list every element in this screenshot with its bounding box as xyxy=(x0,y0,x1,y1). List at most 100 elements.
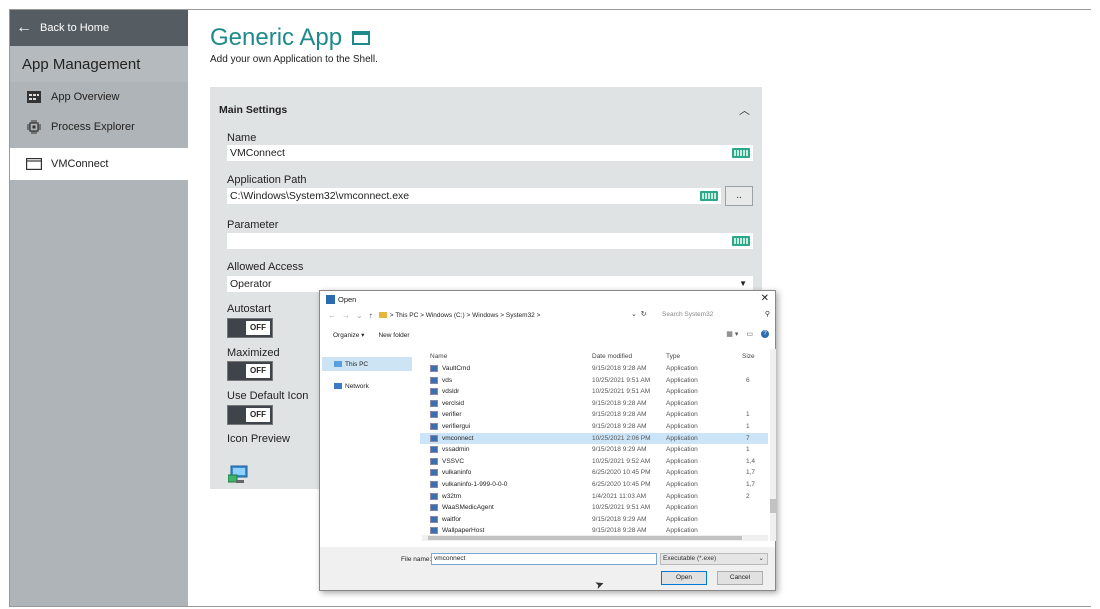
main-settings-header[interactable]: Main Settings ︿ xyxy=(210,87,762,133)
window-icon xyxy=(26,157,42,171)
file-row[interactable]: verifier 9/15/2018 9:28 AM Application 1 xyxy=(420,409,768,421)
search-placeholder: Search System32 xyxy=(662,311,714,318)
main-content: Generic App Add your own Application to … xyxy=(210,24,1070,489)
file-name: verclsid xyxy=(442,399,465,407)
parameter-label: Parameter xyxy=(227,219,279,231)
file-row[interactable]: WaaSMedicAgent 10/25/2021 9:51 AM Applicat… xyxy=(420,502,768,514)
organize-button[interactable]: Organize ▾ xyxy=(333,331,364,339)
file-row[interactable]: w32tm 1/4/2021 11:03 AM Application 2 xyxy=(420,491,768,503)
column-name[interactable]: Name xyxy=(430,353,447,360)
file-type: Application xyxy=(666,365,698,372)
file-row[interactable]: vssadmin 9/15/2018 9:29 AM Application 1 xyxy=(420,444,768,456)
application-icon xyxy=(430,411,438,419)
application-icon xyxy=(430,422,438,430)
file-row[interactable]: vulkaninfo-1-999-0-0-0 6/25/2020 10:45 PM… xyxy=(420,479,768,491)
chevron-up-icon[interactable]: ︿ xyxy=(739,102,750,118)
scroll-thumb[interactable] xyxy=(770,499,776,513)
browse-button[interactable]: .. xyxy=(725,186,753,206)
open-file-dialog: Open ✕ ← → ⌄ ↑ > This PC > Windows (C:) … xyxy=(319,290,776,591)
file-name: vulkaninfo-1-999-0-0-0 xyxy=(442,480,508,488)
file-type: Application xyxy=(666,492,698,500)
file-date-modified: 6/25/2020 10:45 PM xyxy=(592,480,651,488)
name-field[interactable]: VMConnect xyxy=(227,145,753,161)
file-type: Application xyxy=(666,434,698,442)
file-date-modified: 9/15/2018 9:28 AM xyxy=(592,365,647,372)
file-row[interactable]: verclsid 9/15/2018 9:28 AM Application xyxy=(420,398,768,410)
sidebar-item-process-explorer[interactable]: Process Explorer xyxy=(10,112,188,142)
address-path[interactable]: > This PC > Windows (C:) > Windows > Sys… xyxy=(390,312,541,319)
preview-pane-icon[interactable]: ▭ xyxy=(746,330,753,338)
file-name: verifiergui xyxy=(442,422,471,430)
search-icon: ⚲ xyxy=(764,311,770,318)
file-type: Application xyxy=(666,457,698,465)
file-name: WaaSMedicAgent xyxy=(442,504,494,512)
file-row[interactable]: vdsldr 10/25/2021 9:51 AM Application xyxy=(420,386,768,398)
column-type[interactable]: Type xyxy=(666,353,680,360)
nav-this-pc[interactable]: This PC xyxy=(322,357,412,371)
close-icon[interactable]: ✕ xyxy=(761,293,769,304)
application-icon xyxy=(430,365,438,372)
address-controls[interactable]: ⌄ ↻ xyxy=(631,310,647,318)
app-icon xyxy=(326,294,335,304)
open-button[interactable]: Open xyxy=(661,571,707,585)
cancel-button[interactable]: Cancel xyxy=(717,571,763,585)
file-list: Name Date modified Type Size VaultCmd 9/1… xyxy=(420,349,768,537)
column-date-modified[interactable]: Date modified xyxy=(592,353,632,360)
computer-icon xyxy=(334,361,342,367)
sidebar-item-app-overview[interactable]: App Overview xyxy=(10,82,188,112)
file-type: Application xyxy=(666,527,698,535)
toggle-state: OFF xyxy=(246,364,270,378)
file-row[interactable]: VaultCmd 9/15/2018 9:28 AM Application xyxy=(420,363,768,375)
sidebar: ← Back to Home App Management App Overvi… xyxy=(10,10,188,606)
horizontal-scrollbar[interactable] xyxy=(422,535,768,541)
nav-item-label: This PC xyxy=(345,360,369,368)
chevron-down-icon[interactable]: ⌄ xyxy=(356,311,363,320)
view-controls: ▦ ▾ ▭ ? xyxy=(726,330,769,338)
view-options-icon[interactable]: ▦ ▾ xyxy=(726,330,738,338)
sidebar-item-vmconnect[interactable]: VMConnect xyxy=(10,148,188,180)
file-type: Application xyxy=(666,480,698,488)
nav-network[interactable]: Network xyxy=(322,379,412,393)
sidebar-section-title: App Management xyxy=(10,46,188,82)
vertical-scrollbar[interactable] xyxy=(770,349,776,541)
back-to-home-button[interactable]: ← Back to Home xyxy=(10,10,188,46)
scroll-thumb[interactable] xyxy=(428,536,742,540)
navigation-pane: This PC Network xyxy=(322,357,412,537)
file-row[interactable]: vds 10/25/2021 9:51 AM Application 6 xyxy=(420,375,768,387)
up-arrow-icon[interactable]: ↑ xyxy=(369,311,373,320)
file-row[interactable]: verifiergui 9/15/2018 9:28 AM Application 1 xyxy=(420,421,768,433)
chevron-down-icon: ⌄ xyxy=(758,555,764,562)
new-folder-button[interactable]: New folder xyxy=(378,332,409,339)
file-name: vssadmin xyxy=(442,446,470,454)
file-row[interactable]: waitfor 9/15/2018 9:29 AM Application xyxy=(420,514,768,526)
file-name: vdsldr xyxy=(442,388,460,396)
icon-preview-label: Icon Preview xyxy=(227,433,290,445)
keyboard-icon[interactable] xyxy=(732,236,750,246)
back-arrow-icon[interactable]: ← xyxy=(328,311,336,320)
application-path-label: Application Path xyxy=(227,174,307,186)
keyboard-icon[interactable] xyxy=(732,148,750,158)
file-size: 1,7 xyxy=(746,480,756,488)
column-size[interactable]: Size xyxy=(742,353,755,360)
use-default-icon-label: Use Default Icon xyxy=(227,390,309,402)
nav-item-label: Network xyxy=(345,382,369,390)
file-row[interactable]: vmconnect 10/25/2021 2:06 PM Application 7 xyxy=(420,432,768,445)
file-name-input[interactable]: vmconnect xyxy=(431,553,657,565)
file-row[interactable]: vulkaninfo 6/25/2020 10:45 PM Application 1… xyxy=(420,467,768,479)
file-date-modified: 9/15/2018 9:29 AM xyxy=(592,446,647,454)
file-type-select[interactable]: Executable (*.exe) ⌄ xyxy=(660,553,768,565)
forward-arrow-icon[interactable]: → xyxy=(342,311,350,320)
application-path-field[interactable]: C:\Windows\System32\vmconnect.exe xyxy=(227,188,721,204)
file-type: Application xyxy=(666,469,698,477)
keyboard-icon[interactable] xyxy=(700,191,718,201)
file-row[interactable]: VSSVC 10/25/2021 9:52 AM Application 1,4 xyxy=(420,456,768,468)
maximized-toggle[interactable]: OFF xyxy=(227,361,273,381)
parameter-field[interactable] xyxy=(227,233,753,249)
autostart-toggle[interactable]: OFF xyxy=(227,318,273,338)
help-icon[interactable]: ? xyxy=(761,330,769,338)
file-type: Application xyxy=(666,399,698,407)
file-date-modified: 9/15/2018 9:28 AM xyxy=(592,527,647,535)
file-name: VaultCmd xyxy=(442,365,471,372)
use-default-icon-toggle[interactable]: OFF xyxy=(227,405,273,425)
search-field[interactable]: Search System32 ⚲ xyxy=(656,309,770,321)
